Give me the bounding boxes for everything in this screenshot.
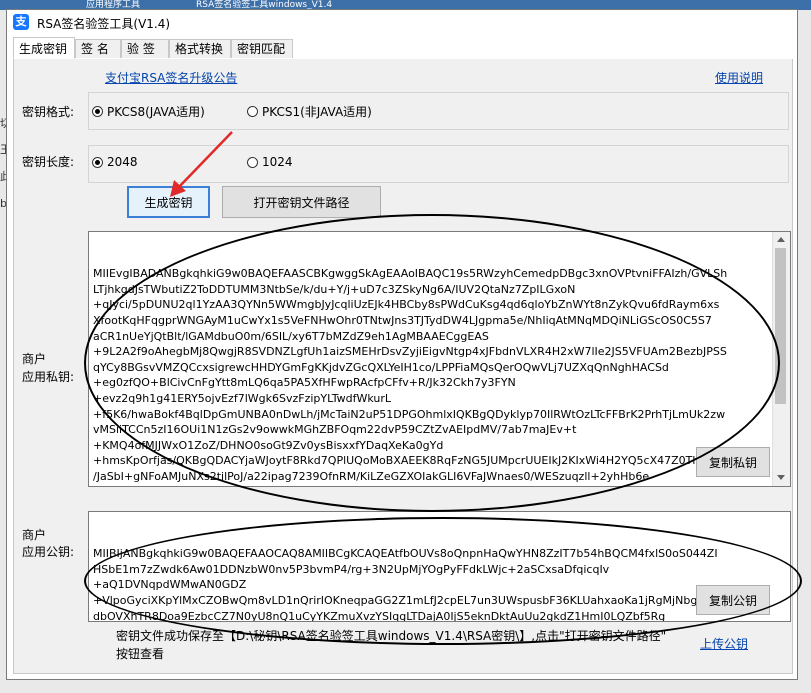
annotation-arrow — [170, 131, 233, 197]
annotation-arrow-line — [177, 131, 233, 189]
